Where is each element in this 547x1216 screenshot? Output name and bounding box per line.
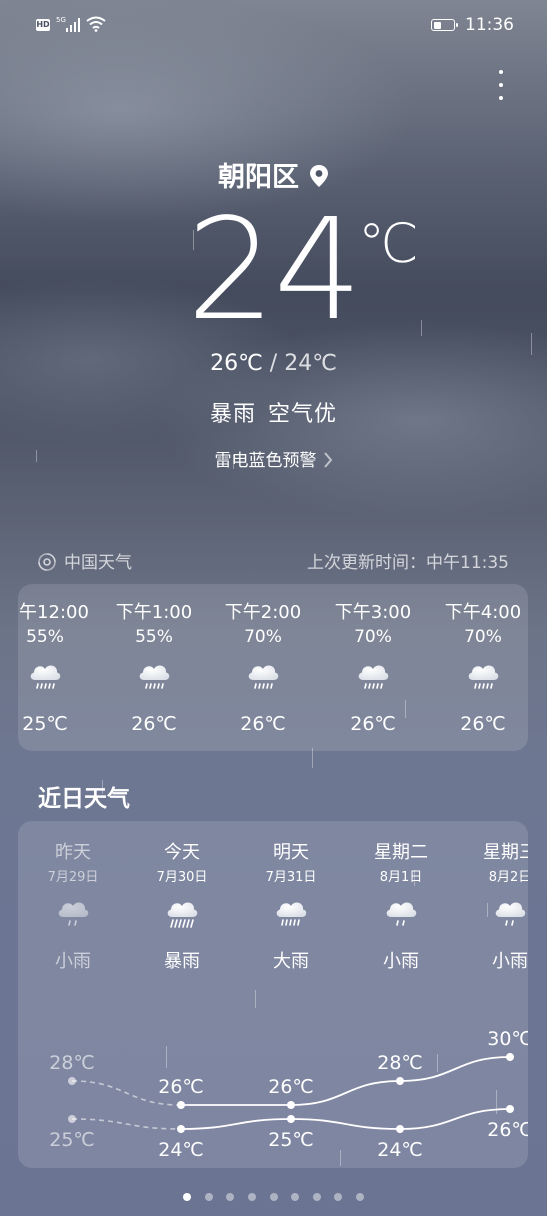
today-high: 26℃: [210, 351, 263, 376]
page-dot[interactable]: [183, 1193, 192, 1201]
rain-cloud-icon: [465, 660, 501, 698]
low-temp-label: 25℃: [268, 1129, 314, 1151]
rain-cloud-icon: [136, 660, 172, 698]
hour-time: 中午12:00: [18, 602, 89, 623]
weather-condition: 暴雨: [209, 402, 256, 427]
high-temp-point: [287, 1101, 295, 1109]
rain-cloud-icon: [355, 660, 391, 698]
wifi-icon: [86, 16, 106, 36]
hourly-item: 下午4:00 70% 26℃: [428, 584, 528, 751]
last-updated: 上次更新时间：中午11:35: [307, 553, 509, 573]
rain-cloud-icon: [245, 660, 281, 698]
page-dot[interactable]: [291, 1193, 300, 1201]
hourly-item: 下午2:00 70% 26℃: [208, 584, 318, 751]
hour-temp: 26℃: [460, 713, 506, 735]
hd-badge: HD: [36, 19, 50, 31]
rain-cloud-icon: [27, 660, 63, 698]
hourly-forecast-card[interactable]: 中午12:00 55% 25℃ 下午1:00 55% 26℃ 下午2:00 70…: [18, 584, 528, 751]
temperature-trend-chart: 28℃ 25℃ 26℃ 24℃ 26℃ 25℃ 28℃ 24℃ 30℃ 26℃: [49, 1028, 528, 1161]
low-trend-line: [180, 1108, 511, 1130]
condition-line: 暴雨 空气优: [0, 396, 547, 428]
page-dot[interactable]: [334, 1193, 343, 1201]
temperature-unit: ℃: [358, 212, 419, 275]
status-bar: HD 5G 11:36: [0, 14, 547, 38]
network-type-label: 5G: [56, 16, 66, 24]
source-name: 中国天气: [64, 553, 132, 573]
more-options-icon[interactable]: [492, 68, 510, 102]
high-low-temperature: 26℃ / 24℃: [0, 351, 547, 376]
air-quality[interactable]: 空气优: [268, 402, 337, 427]
battery-icon: [431, 19, 458, 31]
signal-strength-icon: [66, 18, 82, 32]
hour-temp: 26℃: [240, 713, 286, 735]
high-temp-label: 28℃: [49, 1052, 95, 1074]
low-temp-point: [396, 1125, 404, 1133]
today-low: 24℃: [284, 351, 337, 376]
hour-temp: 25℃: [22, 713, 68, 735]
low-temp-point: [177, 1125, 185, 1133]
low-temp-label: 26℃: [487, 1119, 528, 1141]
status-time: 11:36: [465, 15, 514, 35]
page-dot[interactable]: [355, 1193, 364, 1201]
location-pin-icon: [310, 165, 328, 187]
hourly-item: 中午12:00 55% 25℃: [18, 584, 100, 751]
page-dot[interactable]: [269, 1193, 278, 1201]
page-dot[interactable]: [204, 1193, 213, 1201]
high-low-separator: /: [269, 351, 278, 376]
hourly-item: 下午1:00 55% 26℃: [99, 584, 209, 751]
high-temp-point: [177, 1101, 185, 1109]
hourly-item: 下午3:00 70% 26℃: [318, 584, 428, 751]
battery-level: [433, 21, 441, 29]
hour-time: 下午4:00: [444, 602, 522, 623]
current-temperature: 24: [186, 189, 362, 352]
recent-weather-title: 近日天气: [38, 786, 130, 812]
page-dot[interactable]: [226, 1193, 235, 1201]
daily-forecast-card[interactable]: 昨天 7月29日 小雨 今天 7月30日 暴雨 明天 7月31日 大雨 星期二 …: [18, 821, 528, 1168]
low-temp-point: [287, 1115, 295, 1123]
high-temp-label: 26℃: [268, 1076, 314, 1098]
low-temp-label: 24℃: [377, 1139, 423, 1161]
hour-time: 下午1:00: [115, 602, 193, 623]
high-temp-point: [506, 1053, 514, 1061]
page-indicator[interactable]: [0, 1186, 547, 1205]
alert-label: 雷电蓝色预警: [214, 451, 317, 471]
low-trend-past-line: [71, 1118, 182, 1130]
precip-chance: 55%: [135, 627, 173, 647]
high-temp-label: 28℃: [377, 1052, 423, 1074]
hour-time: 下午3:00: [334, 602, 412, 623]
precip-chance: 55%: [26, 627, 64, 647]
precip-chance: 70%: [464, 627, 502, 647]
data-source: 中国天气: [38, 548, 132, 573]
hour-time: 下午2:00: [224, 602, 302, 623]
low-temp-point: [506, 1105, 514, 1113]
weather-alert-link[interactable]: 雷电蓝色预警: [0, 446, 547, 471]
high-temp-label: 30℃: [487, 1028, 528, 1050]
high-temp-point: [68, 1077, 76, 1085]
hour-temp: 26℃: [350, 713, 396, 735]
high-temp-point: [396, 1077, 404, 1085]
page-dot[interactable]: [247, 1193, 256, 1201]
high-temp-label: 26℃: [158, 1076, 204, 1098]
low-temp-point: [68, 1115, 76, 1123]
low-temp-label: 24℃: [158, 1139, 204, 1161]
chevron-right-icon: [323, 452, 332, 468]
precip-chance: 70%: [354, 627, 392, 647]
hour-temp: 26℃: [131, 713, 177, 735]
precip-chance: 70%: [244, 627, 282, 647]
low-temp-label: 25℃: [49, 1129, 95, 1151]
high-trend-line: [181, 1056, 511, 1106]
page-dot[interactable]: [312, 1193, 321, 1201]
china-weather-logo-icon: [38, 553, 56, 571]
rain-streak: [312, 748, 313, 768]
